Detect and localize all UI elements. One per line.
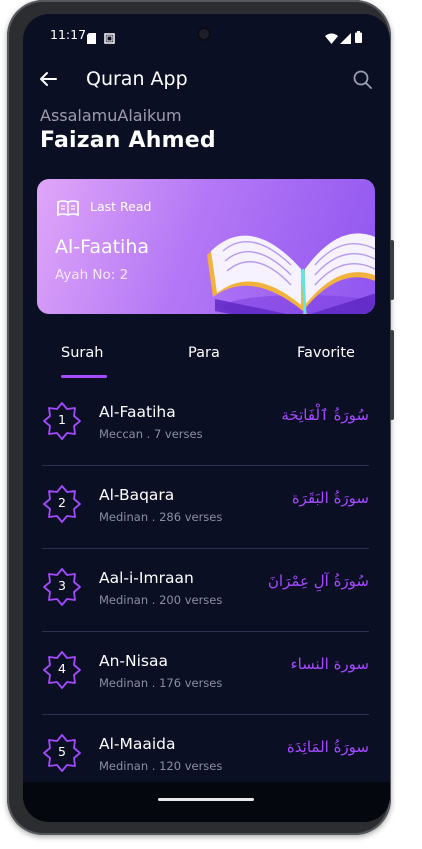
- power-button: [390, 240, 394, 300]
- surah-number-badge: 1: [42, 401, 82, 441]
- surah-info: Meccan . 7 verses: [99, 427, 203, 441]
- row-divider: [42, 631, 369, 632]
- surah-info: Medinan . 200 verses: [99, 593, 223, 607]
- quran-book-illustration: [207, 233, 375, 314]
- surah-number: 3: [58, 578, 66, 593]
- book-icon: [57, 200, 79, 220]
- surah-name: Aal-i-Imraan: [99, 569, 194, 587]
- sd-card-icon: [87, 29, 96, 48]
- surah-number-badge: 2: [42, 484, 82, 524]
- surah-number: 1: [58, 412, 66, 427]
- surah-info: Medinan . 176 verses: [99, 676, 223, 690]
- surah-row[interactable]: 4 An-Nisaa Medinan . 176 verses سورة الن…: [23, 633, 390, 715]
- battery-icon: [355, 28, 362, 47]
- phone-frame: 11:17 Quran App AssalamuAlaikum Faizan A…: [7, 0, 394, 835]
- app-bar: Quran App: [23, 66, 390, 96]
- surah-number-badge: 4: [42, 650, 82, 690]
- surah-number: 4: [58, 661, 66, 676]
- last-read-ayah: Ayah No: 2: [55, 267, 129, 283]
- row-divider: [42, 465, 369, 466]
- surah-arabic-name: سورة النساء: [290, 655, 369, 673]
- tab-para[interactable]: Para: [188, 345, 220, 361]
- surah-arabic-name: سُورَةُ آلِ عِمْرَانَ: [267, 572, 369, 590]
- surah-number-badge: 3: [42, 567, 82, 607]
- surah-number: 5: [58, 744, 66, 759]
- surah-name: An-Nisaa: [99, 652, 168, 670]
- screenshot-icon: [104, 29, 115, 48]
- surah-row[interactable]: 2 Al-Baqara Medinan . 286 verses سورَةُ …: [23, 467, 390, 549]
- last-read-label: Last Read: [90, 199, 152, 214]
- surah-info: Medinan . 120 verses: [99, 759, 223, 773]
- signal-icon: [340, 29, 351, 48]
- system-nav-bar: [23, 782, 390, 822]
- surah-row[interactable]: 1 Al-Faatiha Meccan . 7 verses سُورَةُ ٱ…: [23, 384, 390, 466]
- volume-button: [390, 330, 394, 420]
- active-tab-indicator: [61, 375, 107, 378]
- tab-favorite[interactable]: Favorite: [297, 345, 355, 361]
- wifi-icon: [325, 29, 338, 48]
- app-title: Quran App: [86, 68, 188, 90]
- surah-number-badge: 5: [42, 733, 82, 773]
- row-divider: [42, 548, 369, 549]
- app-screen: 11:17 Quran App AssalamuAlaikum Faizan A…: [23, 14, 390, 822]
- last-read-surah: Al-Faatiha: [55, 236, 150, 258]
- home-indicator[interactable]: [158, 798, 254, 801]
- surah-arabic-name: سورَةُ المَائِدَة: [286, 738, 369, 756]
- last-read-card[interactable]: Last Read Al-Faatiha Ayah No: 2: [37, 179, 375, 314]
- surah-row[interactable]: 3 Aal-i-Imraan Medinan . 200 verses سُور…: [23, 550, 390, 632]
- status-bar: 11:17: [23, 14, 390, 54]
- tab-surah[interactable]: Surah: [61, 345, 103, 361]
- front-camera: [197, 27, 211, 41]
- greeting-salutation: AssalamuAlaikum: [40, 106, 182, 125]
- row-divider: [42, 714, 369, 715]
- back-arrow-icon[interactable]: [39, 71, 57, 91]
- surah-arabic-name: سورَةُ البَقَرَة: [291, 489, 369, 507]
- surah-name: Al-Baqara: [99, 486, 175, 504]
- surah-info: Medinan . 286 verses: [99, 510, 223, 524]
- surah-arabic-name: سُورَةُ ٱلْفَاتِحَة: [281, 406, 369, 424]
- surah-number: 2: [58, 495, 66, 510]
- surah-name: Al-Maaida: [99, 735, 176, 753]
- surah-name: Al-Faatiha: [99, 403, 176, 421]
- search-icon[interactable]: [353, 70, 372, 93]
- user-name: Faizan Ahmed: [40, 128, 216, 153]
- status-time: 11:17: [50, 27, 87, 42]
- tab-bar: Surah Para Favorite: [23, 342, 390, 382]
